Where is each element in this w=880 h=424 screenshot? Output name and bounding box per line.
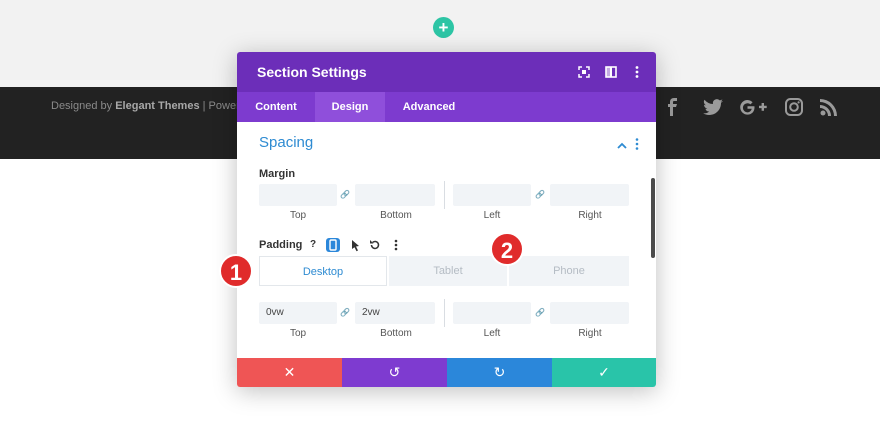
split-view-icon[interactable]	[604, 65, 618, 79]
link-icon[interactable]: 🔗	[535, 308, 545, 317]
tab-phone[interactable]: Phone	[509, 256, 629, 286]
save-button[interactable]: ✓	[552, 358, 656, 387]
cancel-button[interactable]: ✕	[237, 358, 342, 387]
instagram-icon[interactable]	[785, 96, 803, 118]
scrollbar[interactable]	[651, 178, 655, 258]
margin-top-label: Top	[289, 210, 307, 221]
tab-advanced[interactable]: Advanced	[385, 92, 473, 122]
modal-title: Section Settings	[257, 64, 367, 80]
modal-action-bar: ✕ ↺ ↻ ✓	[237, 358, 656, 387]
tab-tablet[interactable]: Tablet	[389, 256, 507, 286]
padding-label: Padding	[259, 239, 303, 251]
margin-left-label: Left	[483, 210, 501, 221]
link-icon[interactable]: 🔗	[340, 190, 350, 199]
link-icon[interactable]: 🔗	[340, 308, 350, 317]
footer-brand-link[interactable]: Elegant Themes	[115, 100, 199, 112]
spacing-section-title[interactable]: Spacing	[259, 134, 313, 151]
reset-icon[interactable]	[368, 238, 382, 252]
margin-left-input[interactable]	[453, 184, 531, 206]
divider	[444, 181, 445, 209]
modal-tabs: Content Design Advanced	[237, 92, 656, 122]
more-vert-icon[interactable]	[630, 65, 644, 79]
rss-icon[interactable]	[820, 96, 838, 118]
tab-design[interactable]: Design	[315, 92, 385, 122]
callout-badge-1: 1	[219, 254, 253, 288]
margin-right-input[interactable]	[550, 184, 629, 206]
footer-credit: Designed by Elegant Themes | Powere	[51, 100, 246, 112]
margin-right-label: Right	[578, 210, 602, 221]
callout-badge-2: 2	[490, 232, 524, 266]
facebook-icon[interactable]	[666, 96, 678, 118]
padding-right-label: Right	[578, 328, 602, 339]
more-vert-icon[interactable]	[635, 137, 639, 155]
add-section-button[interactable]: +	[433, 17, 454, 38]
modal-header: Section Settings	[237, 52, 656, 92]
more-vert-icon[interactable]	[389, 238, 403, 252]
tab-desktop[interactable]: Desktop	[259, 256, 387, 286]
help-icon[interactable]: ?	[306, 238, 320, 252]
tab-content[interactable]: Content	[237, 92, 315, 122]
divider	[444, 299, 445, 327]
fullscreen-icon[interactable]	[577, 65, 591, 79]
settings-content: Spacing Margin 🔗 🔗 Top Bottom Left Right…	[237, 122, 656, 358]
twitter-icon[interactable]	[703, 96, 723, 118]
undo-button[interactable]: ↺	[342, 358, 447, 387]
padding-bottom-input[interactable]: 2vw	[355, 302, 435, 324]
section-settings-modal: Section Settings Content Design Advanced…	[237, 52, 656, 387]
margin-top-input[interactable]	[259, 184, 337, 206]
google-plus-icon[interactable]	[738, 96, 768, 118]
margin-bottom-input[interactable]	[355, 184, 435, 206]
margin-label: Margin	[259, 168, 296, 180]
padding-top-input[interactable]: 0vw	[259, 302, 337, 324]
padding-bottom-label: Bottom	[380, 328, 412, 339]
padding-left-input[interactable]	[453, 302, 531, 324]
redo-button[interactable]: ↻	[447, 358, 552, 387]
padding-left-label: Left	[483, 328, 501, 339]
padding-top-label: Top	[289, 328, 307, 339]
footer-prefix: Designed by	[51, 100, 113, 112]
margin-bottom-label: Bottom	[380, 210, 412, 221]
link-icon[interactable]: 🔗	[535, 190, 545, 199]
padding-right-input[interactable]	[550, 302, 629, 324]
chevron-up-icon[interactable]	[617, 137, 627, 155]
pointer-icon[interactable]	[348, 238, 362, 252]
phone-device-icon[interactable]	[326, 238, 340, 252]
